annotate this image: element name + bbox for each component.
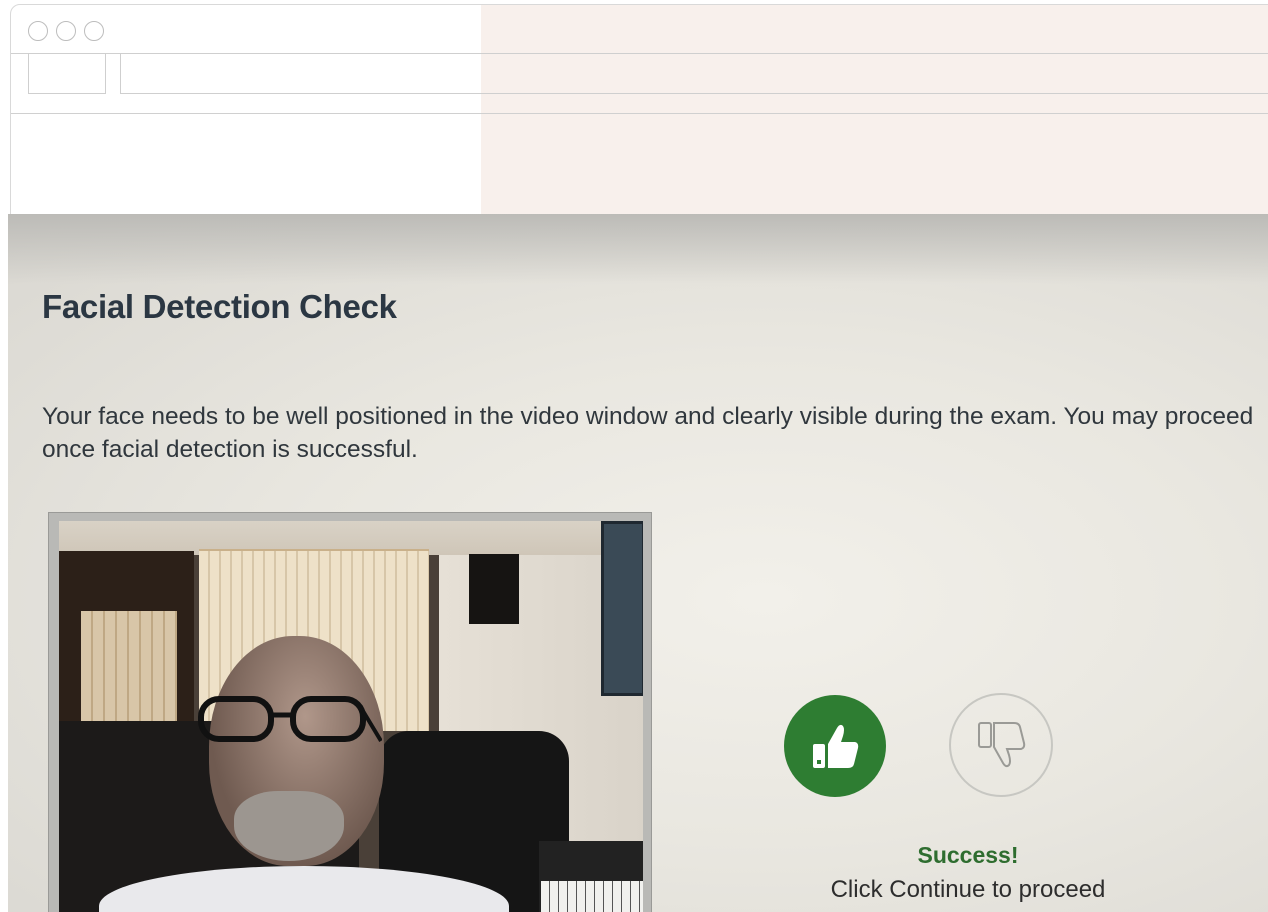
toolbar-background [481, 5, 1268, 217]
page-title: Facial Detection Check [42, 288, 397, 325]
status-title: Success! [917, 842, 1019, 868]
instructions-text: Your face needs to be well positioned in… [42, 403, 1254, 463]
toolbar-bottom-divider [11, 113, 1268, 114]
window-minimize-button[interactable] [56, 21, 76, 41]
webcam-video-feed [59, 521, 643, 912]
thumbs-up-icon [813, 724, 859, 768]
video-piano-keys [541, 881, 643, 912]
thumbs-up-button[interactable] [784, 695, 886, 797]
thumbs-down-button[interactable] [949, 693, 1053, 797]
browser-window-chrome [10, 4, 1268, 218]
window-maximize-button[interactable] [84, 21, 104, 41]
status-message: Click Continue to proceed [830, 876, 1106, 903]
thumbs-down-icon [978, 722, 1026, 768]
person-beard [234, 791, 344, 861]
webcam-video-frame [48, 512, 652, 912]
person-glasses [198, 696, 382, 743]
window-close-button[interactable] [28, 21, 48, 41]
video-speaker [469, 554, 519, 624]
exam-check-panel: Facial Detection Check Your face needs t… [8, 214, 1268, 912]
video-wall-art [601, 521, 643, 696]
browser-tab[interactable] [28, 53, 106, 94]
address-bar[interactable] [120, 53, 1268, 94]
